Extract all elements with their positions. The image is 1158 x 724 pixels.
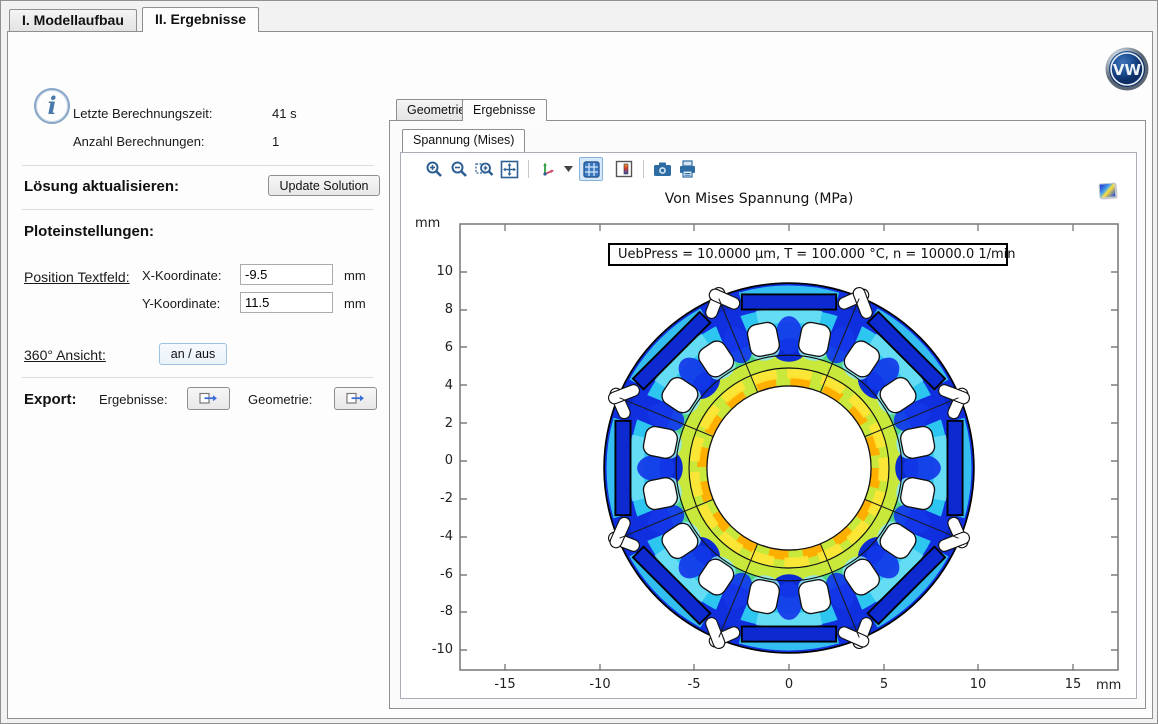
- y-tick-label: -4: [413, 529, 453, 544]
- x-tick-label: -15: [485, 677, 525, 692]
- x-tick-label: -5: [674, 677, 714, 692]
- vw-logo: VW: [1104, 46, 1150, 92]
- view-dropdown-caret-icon[interactable]: [562, 159, 574, 179]
- x-tick-label: 5: [864, 677, 904, 692]
- plot-annotation-box: UebPress = 10.0000 μm, T = 100.000 °C, n…: [608, 243, 1008, 266]
- zoom-extents-icon[interactable]: [499, 159, 519, 179]
- y-tick-label: 6: [413, 340, 453, 355]
- export-heading: Export:: [24, 391, 77, 408]
- last-computation-label: Letzte Berechnungszeit:: [73, 106, 212, 121]
- plot-title: Von Mises Spannung (MPa): [459, 191, 1059, 207]
- fem-stress-plot: [589, 268, 989, 668]
- x-tick-label: -10: [580, 677, 620, 692]
- print-icon[interactable]: [677, 159, 697, 179]
- toolbar-separator: [528, 160, 529, 178]
- y-tick-label: 8: [413, 302, 453, 317]
- tab-ergebnisse-plot[interactable]: Ergebnisse: [462, 99, 547, 121]
- y-unit-label: mm: [344, 296, 366, 311]
- export-geometry-button[interactable]: [334, 387, 377, 410]
- divider: [22, 165, 374, 166]
- x-tick-label: 10: [958, 677, 998, 692]
- toolbar-separator: [643, 160, 644, 178]
- x-coordinate-label: X-Koordinate:: [142, 268, 222, 283]
- graphics-toolbar: [402, 154, 1135, 184]
- y-tick-label: 2: [413, 416, 453, 431]
- tab-ergebnisse[interactable]: II. Ergebnisse: [142, 7, 259, 32]
- plot-thumbnail-icon[interactable]: [1098, 182, 1116, 198]
- zoom-in-icon[interactable]: [424, 159, 444, 179]
- color-legend-icon[interactable]: [614, 159, 634, 179]
- export-icon: [199, 392, 218, 405]
- y-tick-label: -10: [413, 642, 453, 657]
- grid-icon[interactable]: [579, 157, 603, 181]
- x-unit-label: mm: [344, 268, 366, 283]
- export-results-button[interactable]: [187, 387, 230, 410]
- application-window: I. Modellaufbau II. Ergebnisse i Letzte …: [0, 0, 1158, 724]
- y-coordinate-input[interactable]: [240, 292, 333, 313]
- y-tick-label: -6: [413, 567, 453, 582]
- last-computation-value: 41 s: [272, 106, 297, 121]
- view-360-label: 360° Ansicht:: [24, 347, 106, 363]
- y-tick-label: -8: [413, 604, 453, 619]
- tab-spannung-mises[interactable]: Spannung (Mises): [402, 129, 525, 152]
- textfield-position-label: Position Textfeld:: [24, 269, 130, 285]
- y-tick-label: -2: [413, 491, 453, 506]
- computation-count-value: 1: [272, 134, 279, 149]
- y-axis-unit: mm: [415, 216, 440, 231]
- plot-settings-heading: Ploteinstellungen:: [24, 223, 154, 240]
- divider: [22, 209, 374, 210]
- export-geometry-label: Geometrie:: [248, 392, 312, 407]
- x-axis-unit: mm: [1096, 678, 1121, 693]
- x-tick-label: 0: [769, 677, 809, 692]
- zoom-out-icon[interactable]: [449, 159, 469, 179]
- divider: [22, 377, 374, 378]
- y-tick-label: 4: [413, 378, 453, 393]
- export-icon: [346, 392, 365, 405]
- x-tick-label: 15: [1053, 677, 1093, 692]
- y-tick-label: 0: [413, 453, 453, 468]
- update-solution-label: Lösung aktualisieren:: [24, 178, 179, 195]
- update-solution-button[interactable]: Update Solution: [268, 175, 380, 196]
- view-360-toggle-button[interactable]: an / aus: [159, 343, 227, 365]
- y-coordinate-label: Y-Koordinate:: [142, 296, 220, 311]
- export-results-label: Ergebnisse:: [99, 392, 168, 407]
- svg-text:VW: VW: [1113, 61, 1142, 79]
- zoom-box-icon[interactable]: [474, 159, 494, 179]
- y-tick-label: 10: [413, 264, 453, 279]
- info-icon: i: [34, 88, 70, 124]
- x-coordinate-input[interactable]: [240, 264, 333, 285]
- tab-modellaufbau[interactable]: I. Modellaufbau: [9, 9, 137, 32]
- image-snapshot-icon[interactable]: [652, 159, 672, 179]
- computation-count-label: Anzahl Berechnungen:: [73, 134, 205, 149]
- view-orientation-icon[interactable]: [537, 159, 557, 179]
